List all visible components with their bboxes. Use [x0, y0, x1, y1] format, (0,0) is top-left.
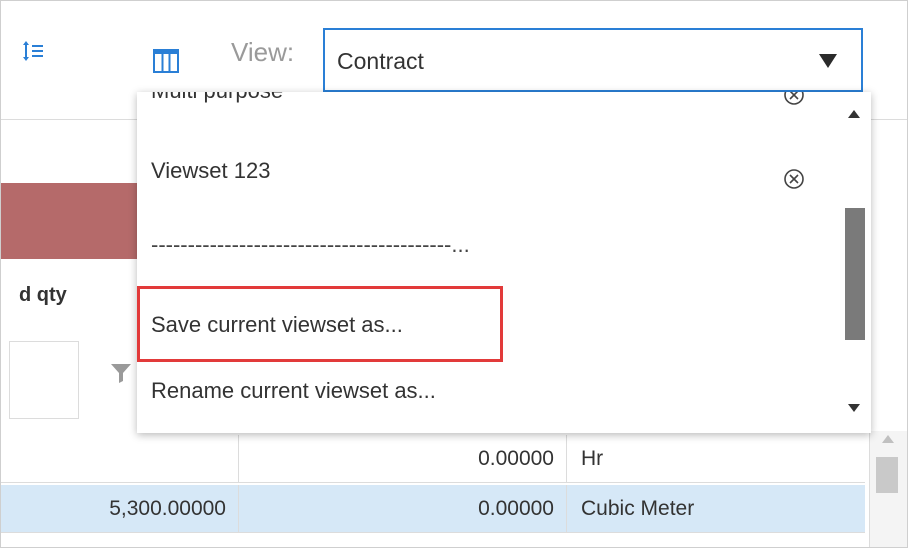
scroll-up-icon[interactable]	[882, 435, 894, 443]
table-cell: 0.00000	[239, 485, 567, 533]
filter-input[interactable]	[9, 341, 79, 419]
viewset-dropdown: Multi purpose Viewset 123 --------------…	[137, 92, 871, 433]
app-frame: View: Contract d qty 0.00000 Hr 5,300.00…	[0, 0, 908, 548]
column-header[interactable]: d qty	[19, 284, 67, 307]
table-cell: Cubic Meter	[581, 497, 695, 520]
grid-scrollbar[interactable]	[869, 431, 907, 547]
circle-x-icon[interactable]	[783, 168, 805, 190]
scrollbar-thumb[interactable]	[876, 457, 898, 493]
caret-down-icon[interactable]	[819, 54, 837, 68]
view-select[interactable]: Contract	[323, 28, 863, 92]
table-row[interactable]: 0.00000 Hr	[1, 435, 865, 483]
dropdown-item[interactable]: Viewset 123	[151, 158, 270, 184]
table-cell: 0.00000	[239, 435, 567, 483]
table-cell: Hr	[581, 447, 604, 470]
rename-viewset-item[interactable]: Rename current viewset as...	[151, 378, 436, 404]
table-row-selected[interactable]: 5,300.00000 0.00000 Cubic Meter	[1, 485, 865, 533]
dropdown-item[interactable]: Multi purpose	[151, 92, 283, 104]
table-cell	[1, 435, 239, 483]
funnel-icon[interactable]	[109, 361, 133, 385]
table-cell: 5,300.00000	[1, 485, 239, 533]
circle-x-icon[interactable]	[783, 92, 805, 106]
save-viewset-item[interactable]: Save current viewset as...	[151, 312, 403, 338]
view-label: View:	[231, 37, 295, 67]
scroll-down-icon[interactable]	[848, 404, 860, 412]
scroll-up-icon[interactable]	[848, 110, 860, 118]
dropdown-scrollbar[interactable]	[837, 92, 871, 433]
columns-icon[interactable]	[153, 49, 179, 73]
column-group-band	[1, 183, 153, 259]
scrollbar-thumb[interactable]	[845, 208, 865, 340]
dropdown-separator: ----------------------------------------…	[151, 232, 470, 257]
row-height-icon[interactable]	[21, 39, 45, 63]
view-select-value: Contract	[337, 48, 424, 74]
